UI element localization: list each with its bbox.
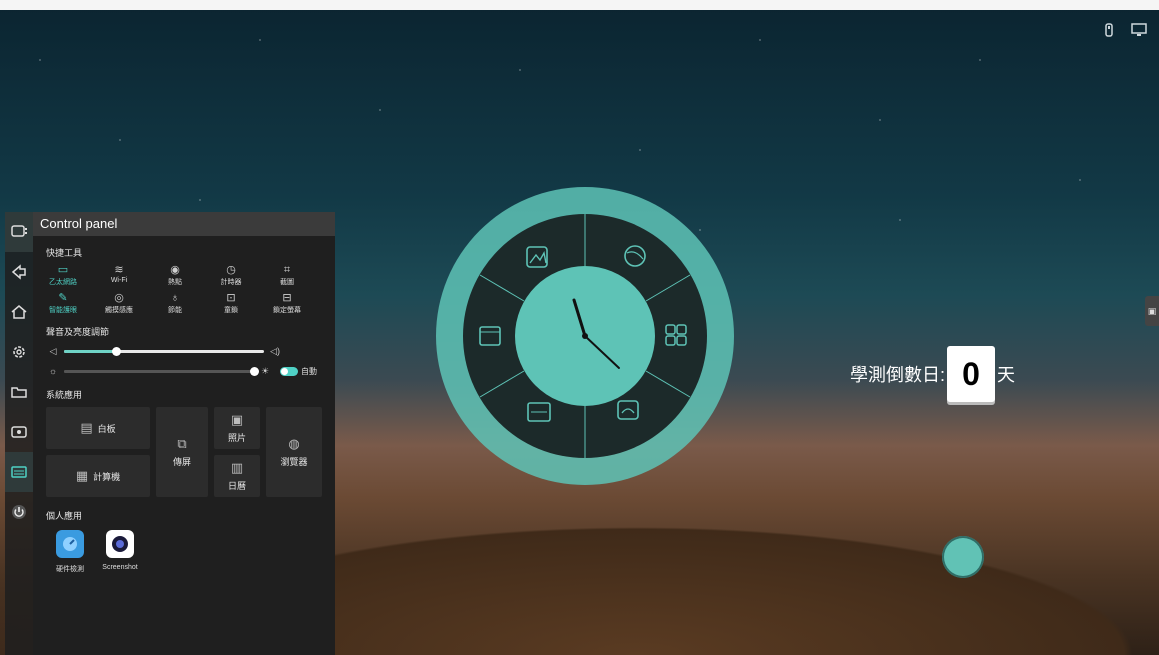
screen-lock-icon: ⊟ <box>282 292 292 304</box>
calculator-tile[interactable]: ▦ 計算機 <box>46 455 150 497</box>
clock-dial-widget <box>436 187 734 485</box>
quick-tool-touch[interactable]: ◎ 觸摸感應 <box>94 291 144 315</box>
countdown-days: 0 <box>962 355 980 392</box>
quick-tool-hotspot[interactable]: ◉ 熱點 <box>150 263 200 287</box>
right-edge-tab[interactable]: ▣ <box>1145 296 1159 326</box>
exam-countdown: 學測倒數日: 0 天 <box>850 346 1015 402</box>
eye-care-icon: ✎ <box>58 292 68 304</box>
screen-share-tile[interactable]: ⧉ 傳屏 <box>156 407 208 497</box>
floating-assist-button[interactable] <box>942 536 984 578</box>
quick-tool-lock-screen[interactable]: ⊟ 鎖定螢幕 <box>262 291 312 315</box>
whiteboard-tile[interactable]: ▤ 白板 <box>46 407 150 449</box>
display-icon[interactable] <box>1131 22 1147 38</box>
quick-tool-eye-care[interactable]: ✎ 智能護眼 <box>38 291 88 315</box>
panel-title: Control panel <box>33 212 335 236</box>
quick-tools-grid: ▭ 乙太網路 ≋ Wi-Fi ◉ 熱點 ◷ 計時器 ⌗ 截圖 ✎ 智能護眼 ◎ 觸摸感應 ♁ 節… <box>38 263 335 315</box>
sound-brightness-label: 聲音及亮度調節 <box>46 327 110 337</box>
quick-tool-timer[interactable]: ◷ 計時器 <box>206 263 256 287</box>
clock-center <box>582 333 588 339</box>
hardware-check-icon <box>56 530 84 558</box>
auto-brightness-label: 自動 <box>301 366 317 376</box>
child-lock-icon: ⊡ <box>226 292 236 304</box>
energy-saving-icon: ♁ <box>170 292 180 304</box>
home-icon[interactable] <box>5 292 33 332</box>
back-icon[interactable] <box>5 252 33 292</box>
volume-low-icon: ◁ <box>49 345 57 356</box>
calculator-icon: ▦ <box>75 468 89 483</box>
browser-tile[interactable]: ◍ 瀏覽器 <box>266 407 322 497</box>
volume-knob[interactable] <box>112 346 121 356</box>
screen-share-icon: ⧉ <box>177 436 187 451</box>
keyboard-icon[interactable] <box>5 452 33 492</box>
auto-brightness-toggle[interactable] <box>280 366 298 376</box>
settings-icon[interactable] <box>5 332 33 372</box>
brightness-knob[interactable] <box>250 366 259 376</box>
right-tab-icon: ▣ <box>1147 306 1157 316</box>
quick-tool-screenshot[interactable]: ⌗ 截圖 <box>262 263 312 287</box>
brightness-row: ☼ ☀ 自動 <box>46 364 335 378</box>
countdown-flip-card: 0 <box>947 346 996 402</box>
hotspot-icon: ◉ <box>170 264 180 276</box>
input-source-icon[interactable] <box>5 412 33 452</box>
quick-tool-ethernet[interactable]: ▭ 乙太網路 <box>38 263 88 287</box>
calendar-icon: ▥ <box>230 460 244 475</box>
status-icons <box>1101 22 1147 38</box>
quick-tools-label: 快捷工具 <box>46 248 83 258</box>
control-panel-toggle-icon[interactable] <box>5 212 33 252</box>
control-panel: Control panel 快捷工具 ▭ 乙太網路 ≋ Wi-Fi ◉ 熱點 ◷ 計時器… <box>33 212 335 655</box>
crop-icon: ⌗ <box>283 264 291 276</box>
brightness-slider[interactable] <box>64 366 259 376</box>
wifi-icon: ≋ <box>114 264 124 276</box>
side-dock <box>5 212 33 655</box>
folder-icon[interactable] <box>5 372 33 412</box>
countdown-label: 學測倒數日: <box>850 365 946 385</box>
personal-apps: 硬件檢測 Screenshot <box>48 530 335 574</box>
calendar-tile[interactable]: ▥ 日曆 <box>214 455 260 497</box>
usb-icon[interactable] <box>1101 22 1117 38</box>
quick-tool-child-lock[interactable]: ⊡ 童鎖 <box>206 291 256 315</box>
brightness-fill <box>64 369 254 373</box>
whiteboard-icon: ▤ <box>80 420 93 435</box>
browser-icon: ◍ <box>288 436 300 451</box>
touch-icon: ◎ <box>114 292 124 304</box>
top-strip <box>0 0 1159 10</box>
countdown-unit: 天 <box>997 365 1016 385</box>
screenshot-icon <box>106 530 134 558</box>
ethernet-icon: ▭ <box>57 264 69 276</box>
power-icon[interactable] <box>5 492 33 532</box>
timer-icon: ◷ <box>226 264 236 276</box>
personal-app-screenshot[interactable]: Screenshot <box>98 530 142 574</box>
quick-tool-wifi[interactable]: ≋ Wi-Fi <box>94 263 144 287</box>
photos-tile[interactable]: ▣ 照片 <box>214 407 260 449</box>
volume-fill <box>64 349 116 353</box>
photos-icon: ▣ <box>230 412 244 427</box>
volume-slider[interactable] <box>64 346 264 356</box>
personal-app-hardware-check[interactable]: 硬件檢測 <box>48 530 92 574</box>
system-apps: ▤ 白板 ▦ 計算機 ⧉ 傳屏 ▣ 照片 ▥ 日曆 ◍ 瀏覽器 <box>46 407 335 499</box>
quick-tool-energy[interactable]: ♁ 節能 <box>150 291 200 315</box>
volume-high-icon: ◁) <box>270 345 280 356</box>
volume-row: ◁ ◁) <box>46 344 335 358</box>
system-apps-label: 系統應用 <box>46 390 83 400</box>
brightness-low-icon: ☼ <box>48 366 58 376</box>
personal-apps-label: 個人應用 <box>46 511 83 521</box>
brightness-high-icon: ☀ <box>260 365 270 376</box>
